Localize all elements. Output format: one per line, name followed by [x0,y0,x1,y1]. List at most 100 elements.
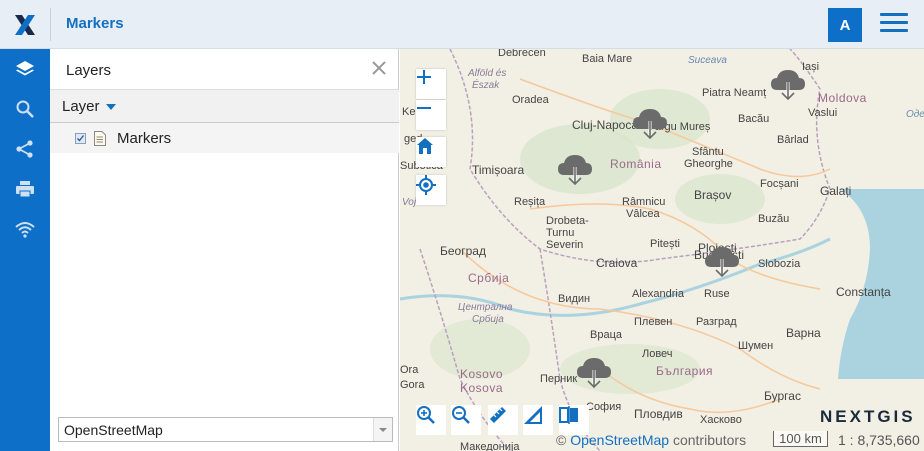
city-label: Перник [540,373,578,385]
city-label: Ruse [704,288,730,300]
city-label: Видин [558,293,591,305]
country-label: България [656,364,714,378]
city-label: Galați [820,184,852,198]
sidebar-item-print[interactable] [0,169,50,209]
country-label: Kosovo [460,367,504,381]
page-title: Markers [66,15,124,32]
city-label: Ora [400,364,419,376]
city-label: Alexandria [632,288,684,300]
cloud-download-marker[interactable] [631,105,669,141]
layer-dropdown-label: Layer [62,98,100,115]
city-label: Brașov [694,188,732,202]
cloud-download-marker[interactable] [556,151,594,187]
home-icon [417,138,433,154]
city-label: Разград [696,316,737,328]
home-button[interactable] [416,137,446,167]
layers-icon [16,61,34,76]
wifi-icon [15,222,35,238]
partial-label: Ke [402,106,416,118]
zoom-in-tool[interactable] [416,405,446,435]
city-label: Cluj-Napoca [572,118,639,132]
document-icon [94,131,106,146]
ruler-icon [490,407,506,423]
sidebar [0,49,50,451]
zoom-in-icon [417,406,435,424]
layer-dropdown[interactable]: Layer [62,98,116,115]
city-label: София [586,401,622,413]
partial-label: Voj [402,197,417,208]
city-label: Bârlad [777,134,809,146]
swipe-icon [559,406,578,424]
header-divider [50,8,51,41]
cloud-download-marker[interactable] [769,66,807,102]
cloud-download-marker[interactable] [703,243,741,279]
checkmark-icon [77,135,85,142]
city-label: Craiova [596,256,638,270]
sidebar-item-wifi[interactable] [0,209,50,249]
swipe-tool[interactable] [559,405,589,435]
country-label: România [610,157,662,171]
city-label: Bacău [738,113,770,125]
country-label: Србија [468,271,510,285]
measure-distance-tool[interactable] [488,405,518,435]
country-label: Kosova [460,381,504,395]
city-label: Reșița [514,196,546,208]
crosshair-icon [416,175,436,195]
user-avatar-button[interactable]: A [828,8,862,42]
hamburger-icon[interactable] [880,13,908,37]
city-label: Slobozia [758,258,801,270]
locate-button[interactable] [416,175,446,205]
city-label: Timișoara [472,163,525,177]
close-icon[interactable] [370,59,388,77]
app-logo[interactable] [0,0,50,49]
attribution-contributors: contributors [672,432,747,448]
x-logo-icon [15,14,35,35]
city-label: Sfântu [692,146,724,158]
region-label: Централна [458,302,513,313]
sidebar-item-search[interactable] [0,89,50,129]
city-label: Suceava [688,55,727,66]
measure-area-tool[interactable] [523,405,553,435]
map-view[interactable]: Debrecen Baia Mare Suceava Iași Piatra N… [400,49,924,451]
sidebar-item-share[interactable] [0,129,50,169]
layer-toolbar: Layer [50,89,399,123]
region-label: Србија [472,314,504,325]
basemap-select[interactable]: OpenStreetMap [58,417,393,442]
city-label: Severin [546,239,584,251]
country-label: Moldova [818,91,867,105]
city-label: Piatra Neamț [702,87,767,99]
layer-label: Markers [117,130,172,147]
city-label: Vaslui [808,107,838,119]
sidebar-item-layers[interactable] [0,49,50,89]
chevron-down-icon[interactable] [373,418,392,441]
basemap-value: OpenStreetMap [64,422,163,438]
partial-label: Одес [906,109,924,120]
city-label: Враца [590,329,622,341]
print-icon [16,181,34,198]
search-icon [16,100,34,118]
zoom-out-tool[interactable] [451,405,481,435]
zoom-out-button[interactable] [416,100,446,130]
map-attribution: © OpenStreetMap contributors [556,432,746,448]
cloud-download-marker[interactable] [575,354,613,390]
app-header: Markers A [0,0,924,49]
city-label: Шумен [738,340,774,352]
region-label: Alföld és [468,68,507,79]
area-icon [524,406,542,424]
city-label: Gora [400,379,425,391]
city-label: Gheorghe [684,158,733,170]
city-label: Focșani [760,178,799,190]
layer-tree-item[interactable]: Markers [50,123,399,153]
city-label: Македонија [460,441,520,451]
city-label: Pitești [650,238,680,250]
city-label: Варна [786,326,821,340]
scale-ratio: 1 : 8,735,660 [838,432,920,448]
city-label: Пловдив [634,407,683,421]
zoom-in-button[interactable] [416,69,446,99]
zoom-out-icon [452,406,470,424]
region-label: Észak [472,80,500,91]
scale-bar: 100 km [773,431,828,447]
city-label: Constanța [836,285,891,299]
openstreetmap-link[interactable]: OpenStreetMap [570,432,669,448]
layer-checkbox[interactable] [75,133,86,144]
